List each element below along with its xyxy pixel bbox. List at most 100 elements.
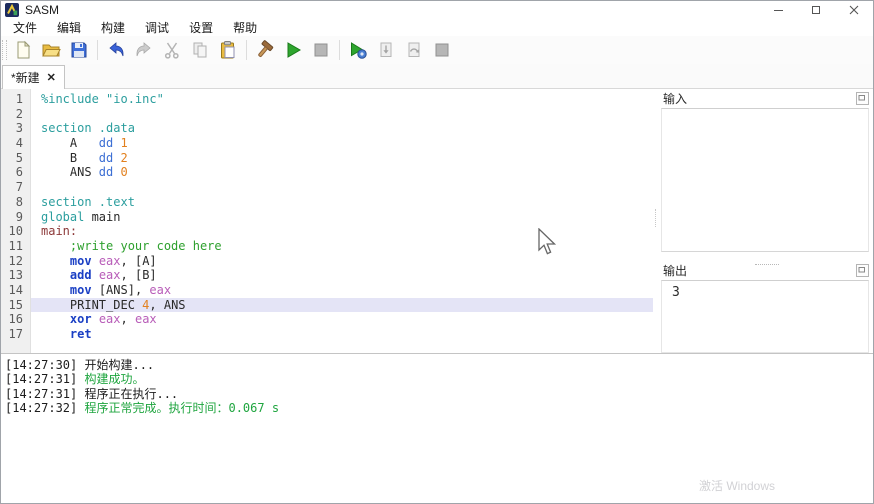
code-token: eax — [98, 268, 121, 283]
code-token: ret — [69, 327, 92, 341]
debug-button[interactable] — [345, 37, 371, 63]
code-token: PRINT_DEC — [41, 297, 143, 312]
line-number: 17 — [8, 327, 23, 341]
debug-icon — [348, 40, 368, 60]
code-line-12[interactable]: mov eax, [A] — [31, 254, 653, 269]
code-line-2[interactable] — [31, 107, 653, 122]
code-token: xor — [69, 312, 92, 327]
stop-icon — [311, 40, 331, 60]
float-panel-icon[interactable] — [856, 263, 869, 277]
code-token: , [B] — [120, 268, 157, 283]
copy-button — [187, 37, 213, 63]
code-line-10[interactable]: main: — [31, 224, 653, 239]
output-area[interactable]: 3 — [661, 280, 869, 353]
code-token: , [A] — [120, 253, 157, 268]
code-line-14[interactable]: mov [ANS], eax — [31, 283, 653, 298]
run-button[interactable] — [280, 37, 306, 63]
line-number: 12 — [8, 253, 23, 268]
code-token: "io.inc" — [106, 92, 164, 106]
maximize-icon — [812, 6, 820, 14]
code-line-13[interactable]: add eax, [B] — [31, 268, 653, 283]
code-line-8[interactable]: section .text — [31, 195, 653, 210]
toolbar — [1, 36, 873, 64]
code-token: section .text — [41, 194, 135, 209]
line-number: 16 — [8, 312, 23, 327]
cut-icon — [162, 40, 182, 60]
code-token: eax — [134, 312, 157, 327]
log-line: [14:27:31] 程序正在执行... — [5, 387, 873, 401]
line-number: 6 — [15, 165, 23, 180]
line-number: 2 — [15, 106, 23, 121]
code-token: dd — [98, 136, 121, 151]
code-token: add — [69, 268, 92, 283]
code-token: 1 — [120, 136, 128, 151]
code-token: main: — [41, 224, 78, 239]
code-token: mov — [69, 253, 92, 268]
menu-item-文件[interactable]: 文件 — [3, 18, 47, 37]
log-timestamp: [14:27:32] — [5, 400, 85, 415]
log-line: [14:27:31] 构建成功。 — [5, 372, 873, 386]
code-line-11[interactable]: ;write your code here — [31, 239, 653, 254]
paste-button[interactable] — [215, 37, 241, 63]
close-icon — [849, 5, 859, 15]
window-controls — [759, 1, 873, 19]
redo-icon — [134, 40, 154, 60]
input-panel-header: 输入 — [659, 89, 873, 107]
line-number: 9 — [15, 209, 23, 224]
build-button[interactable] — [252, 37, 278, 63]
undo-button[interactable] — [103, 37, 129, 63]
toolbar-separator — [339, 40, 340, 60]
code-area[interactable]: %include "io.inc" section .data A dd 1 B … — [31, 89, 653, 353]
code-editor[interactable]: 1 2 3 4 5 6 7 8 9 10 11 12 13 14 15 16 17 %include "io.i… — [1, 89, 653, 353]
code-line-9[interactable]: global main — [31, 210, 653, 225]
float-panel-icon[interactable] — [856, 91, 869, 105]
input-textarea[interactable] — [661, 108, 869, 252]
code-line-5[interactable]: B dd 2 — [31, 151, 653, 166]
tab-close-icon[interactable]: ✕ — [47, 71, 56, 84]
maximize-button[interactable] — [797, 1, 835, 19]
code-line-1[interactable]: %include "io.inc" — [31, 92, 653, 107]
menu-item-帮助[interactable]: 帮助 — [223, 18, 267, 37]
code-token: , — [120, 312, 135, 327]
new-file-button[interactable] — [10, 37, 36, 63]
close-button[interactable] — [835, 1, 873, 19]
code-line-17[interactable]: ret — [31, 327, 653, 342]
menu-item-调试[interactable]: 调试 — [135, 18, 179, 37]
side-panels: 输入 输出 3 — [659, 89, 873, 353]
redo-button — [131, 37, 157, 63]
toolbar-drag-handle[interactable] — [2, 40, 7, 60]
tab-new-file[interactable]: *新建 ✕ — [2, 65, 65, 89]
menu-item-构建[interactable]: 构建 — [91, 18, 135, 37]
code-token: global — [41, 209, 92, 224]
step-over-button — [401, 37, 427, 63]
code-line-4[interactable]: A dd 1 — [31, 136, 653, 151]
code-line-7[interactable] — [31, 180, 653, 195]
code-token: dd — [98, 150, 121, 165]
line-number: 14 — [8, 282, 23, 297]
code-line-6[interactable]: ANS dd 0 — [31, 165, 653, 180]
minimize-button[interactable] — [759, 1, 797, 19]
save-button[interactable] — [66, 37, 92, 63]
menu-item-编辑[interactable]: 编辑 — [47, 18, 91, 37]
log-timestamp: [14:27:30] — [5, 358, 85, 372]
line-number: 11 — [8, 238, 23, 253]
stop-button — [308, 37, 334, 63]
code-line-15[interactable]: PRINT_DEC 4, ANS — [31, 297, 653, 313]
open-file-button[interactable] — [38, 37, 64, 63]
code-token: main — [91, 209, 121, 224]
menu-item-设置[interactable]: 设置 — [179, 18, 223, 37]
code-line-3[interactable]: section .data — [31, 121, 653, 136]
line-number: 13 — [8, 268, 23, 283]
step-into-button — [373, 37, 399, 63]
code-token: A — [41, 136, 99, 151]
run-icon — [283, 40, 303, 60]
line-number-gutter: 1 2 3 4 5 6 7 8 9 10 11 12 13 14 15 16 17 — [1, 89, 31, 353]
output-panel-header: 输出 — [659, 261, 873, 279]
window-title: SASM — [25, 3, 60, 17]
undo-icon — [106, 40, 126, 60]
code-line-16[interactable]: xor eax, eax — [31, 312, 653, 327]
